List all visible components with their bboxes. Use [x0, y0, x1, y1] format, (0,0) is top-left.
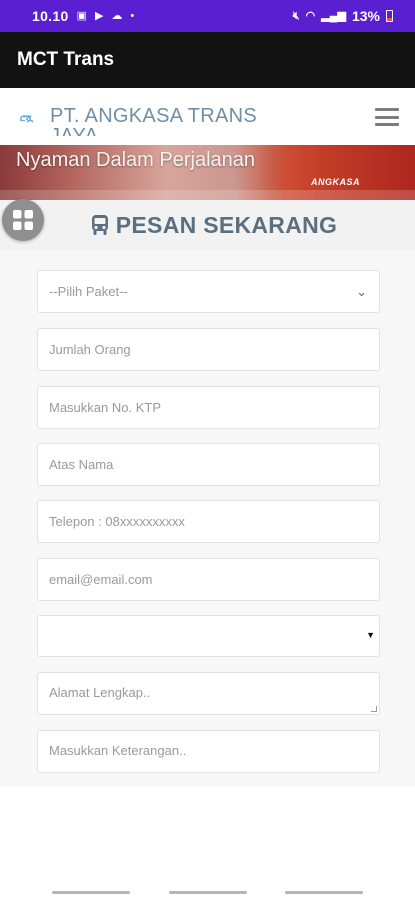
resize-handle-icon[interactable]	[371, 706, 377, 712]
alamat-placeholder: Alamat Lengkap..	[49, 685, 151, 700]
package-select-value: --Pilih Paket--	[49, 284, 128, 299]
jumlah-orang-input[interactable]: Jumlah Orang	[37, 328, 380, 371]
keterangan-textarea[interactable]: Masukkan Keterangan..	[37, 730, 380, 773]
nav-recents-button[interactable]	[52, 891, 130, 894]
atas-nama-placeholder: Atas Nama	[49, 457, 114, 472]
hamburger-menu-icon[interactable]	[375, 108, 399, 126]
ktp-input[interactable]: Masukkan No. KTP	[37, 386, 380, 429]
gallery-icon: ▣	[76, 9, 87, 22]
nav-home-button[interactable]	[169, 891, 247, 894]
grid-menu-button[interactable]	[2, 199, 44, 241]
cloud-icon: ☁	[111, 9, 123, 22]
play-store-icon: ▶	[94, 9, 104, 22]
telepon-input[interactable]: Telepon : 08xxxxxxxxxx	[37, 500, 380, 543]
hero-banner: ANGKASA Nyaman Dalam Perjalanan	[0, 145, 415, 200]
nav-back-button[interactable]	[285, 891, 363, 894]
atas-nama-input[interactable]: Atas Nama	[37, 443, 380, 486]
grid-icon	[13, 210, 33, 230]
order-title: PESAN SEKARANG	[90, 212, 337, 239]
telepon-placeholder: Telepon : 08xxxxxxxxxx	[49, 514, 185, 529]
chevron-down-icon: ⌄	[356, 284, 367, 299]
site-logo[interactable]: ሮሿ	[20, 113, 33, 124]
signal-icon: ▂▄▆	[321, 9, 346, 22]
alamat-textarea[interactable]: Alamat Lengkap..	[37, 672, 380, 715]
blank-select[interactable]: ▼	[37, 615, 380, 657]
bus-livery-text: ANGKASA	[310, 177, 360, 187]
battery-percent: 13%	[351, 8, 380, 24]
jumlah-orang-placeholder: Jumlah Orang	[49, 342, 131, 357]
package-select[interactable]: --Pilih Paket-- ⌄	[37, 270, 380, 313]
app-title: MCT Trans	[17, 49, 115, 70]
ktp-placeholder: Masukkan No. KTP	[49, 400, 161, 415]
mute-icon: 🔇︎	[292, 9, 300, 22]
battery-icon	[386, 10, 393, 22]
status-bar: 10.10 ▣ ▶ ☁ • 🔇︎ ◠ ▂▄▆ 13%	[0, 0, 415, 32]
dropdown-arrow-icon: ▼	[366, 630, 375, 640]
site-header: ሮሿ PT. ANGKASA TRANS JAYA	[0, 88, 415, 148]
dot-icon: •	[130, 9, 135, 22]
app-bar: MCT Trans	[0, 32, 415, 88]
banner-tagline: Nyaman Dalam Perjalanan	[16, 149, 256, 171]
email-placeholder: email@email.com	[49, 572, 153, 587]
system-nav-bar	[0, 880, 415, 900]
wifi-icon: ◠	[305, 9, 316, 22]
email-input[interactable]: email@email.com	[37, 558, 380, 601]
status-time: 10.10	[32, 8, 69, 24]
keterangan-placeholder: Masukkan Keterangan..	[49, 743, 187, 758]
order-section-header: PESAN SEKARANG	[0, 200, 415, 250]
order-title-text: PESAN SEKARANG	[115, 211, 338, 238]
bus-icon	[91, 215, 108, 235]
site-brand[interactable]: PT. ANGKASA TRANS JAYA	[50, 106, 300, 136]
